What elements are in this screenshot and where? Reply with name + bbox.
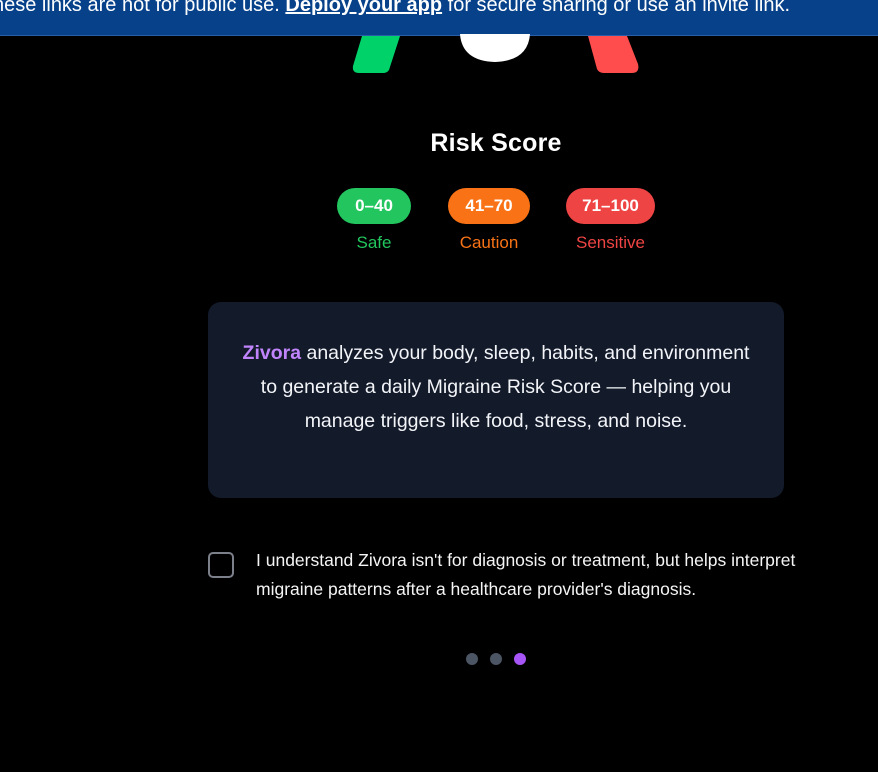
risk-score-title: Risk Score — [430, 129, 562, 157]
info-text: analyzes your body, sleep, habits, and e… — [260, 342, 750, 432]
range-label-safe: Safe — [356, 233, 392, 252]
gauge-center-knob — [460, 34, 530, 62]
range-pill-safe: 0–40 — [337, 188, 411, 224]
pagination-dot-2[interactable] — [490, 653, 502, 665]
gauge-sensitive-segment — [588, 36, 639, 73]
onboarding-screen: hese links are not for public use. Deplo… — [0, 0, 878, 772]
consent-checkbox[interactable] — [208, 552, 234, 578]
info-card: Zivora analyzes your body, sleep, habits… — [208, 302, 784, 498]
range-pill-caution: 41–70 — [448, 188, 530, 224]
range-label-caution: Caution — [459, 233, 519, 252]
pagination-dot-3-active[interactable] — [514, 653, 526, 665]
consent-text: I understand Zivora isn't for diagnosis … — [256, 550, 796, 599]
range-label-sensitive: Sensitive — [576, 233, 645, 252]
brand-name: Zivora — [242, 342, 302, 364]
risk-gauge — [352, 34, 639, 73]
pagination-dot-1[interactable] — [466, 653, 478, 665]
info-description: Zivora analyzes your body, sleep, habits… — [232, 336, 760, 438]
banner-text-before: hese links are not for public use. — [0, 0, 286, 16]
range-pill-sensitive: 71–100 — [566, 188, 655, 224]
gauge-safe-segment — [352, 36, 400, 73]
